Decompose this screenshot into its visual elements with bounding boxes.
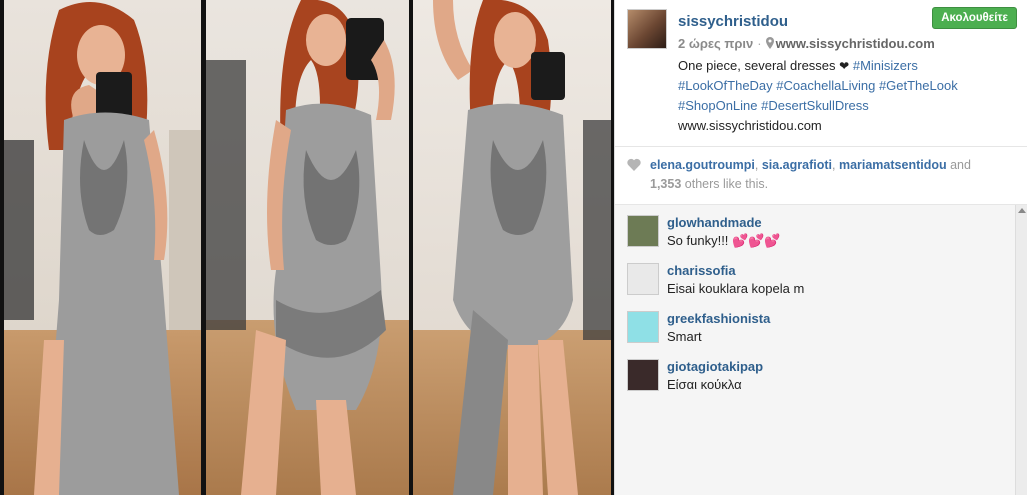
comment-item: greekfashionista Smart xyxy=(627,311,1007,351)
commenter-username[interactable]: greekfashionista xyxy=(667,311,770,326)
likes-and: and xyxy=(950,158,971,172)
photo-panel-3 xyxy=(413,0,611,495)
comment-text: Eisai kouklara kopela m xyxy=(667,281,805,296)
hashtag-link[interactable]: #ShopOnLine xyxy=(678,98,758,113)
comment-item: giotagiotakipap Είσαι κούκλα xyxy=(627,359,1007,399)
comment-text: So funky!!! 💕💕💕 xyxy=(667,233,781,248)
heart-emoji: ❤ xyxy=(839,59,850,73)
hashtag-link[interactable]: #DesertSkullDress xyxy=(761,98,869,113)
comments-scrollbar[interactable] xyxy=(1015,205,1027,495)
likes-section: elena.goutroumpi, sia.agrafioti, mariama… xyxy=(615,146,1027,201)
location-link[interactable]: www.sissychristidou.com xyxy=(776,36,935,51)
caption-footer-link[interactable]: www.sissychristidou.com xyxy=(678,118,822,133)
commenter-avatar[interactable] xyxy=(627,263,659,295)
post-meta: 2 ώρες πριν · www.sissychristidou.com xyxy=(678,36,935,52)
comment-item: glowhandmade So funky!!! 💕💕💕 xyxy=(627,215,1007,255)
commenter-avatar[interactable] xyxy=(627,311,659,343)
comment-item: charissofia Eisai kouklara kopela m xyxy=(627,263,1007,303)
caption-text: One piece, several dresses xyxy=(678,58,836,73)
comment-text: Είσαι κούκλα xyxy=(667,377,742,392)
hashtag-link[interactable]: #LookOfTheDay xyxy=(678,78,773,93)
commenter-avatar[interactable] xyxy=(627,359,659,391)
scroll-up-arrow-icon[interactable] xyxy=(1018,208,1026,213)
follow-button[interactable]: Ακολουθείτε xyxy=(932,7,1017,29)
liker-link[interactable]: elena.goutroumpi xyxy=(650,158,755,172)
like-heart-icon[interactable] xyxy=(627,158,641,177)
author-avatar[interactable] xyxy=(627,9,667,49)
photo-panel-1 xyxy=(4,0,201,495)
commenter-username[interactable]: giotagiotakipap xyxy=(667,359,763,374)
post-time[interactable]: 2 ώρες πριν xyxy=(678,36,753,51)
hashtag-link[interactable]: #Minisizers xyxy=(853,58,918,73)
likes-count[interactable]: 1,353 xyxy=(650,177,681,191)
likes-text: elena.goutroumpi, sia.agrafioti, mariama… xyxy=(650,158,971,191)
likes-others-text: others like this. xyxy=(684,177,769,191)
location-pin-icon xyxy=(765,37,774,52)
post-photo[interactable] xyxy=(0,0,614,495)
photo-panel-2 xyxy=(206,0,409,495)
post-sidebar: sissychristidou Ακολουθείτε 2 ώρες πριν ·… xyxy=(614,0,1027,495)
author-username[interactable]: sissychristidou xyxy=(678,13,788,30)
liker-link[interactable]: mariamatsentidou xyxy=(839,158,947,172)
comment-text: Smart xyxy=(667,329,702,344)
hashtag-link[interactable]: #GetTheLook xyxy=(879,78,958,93)
commenter-username[interactable]: glowhandmade xyxy=(667,215,762,230)
liker-link[interactable]: sia.agrafioti xyxy=(762,158,832,172)
post-header: sissychristidou Ακολουθείτε 2 ώρες πριν ·… xyxy=(615,0,1027,147)
hashtag-link[interactable]: #CoachellaLiving xyxy=(776,78,875,93)
commenter-username[interactable]: charissofia xyxy=(667,263,736,278)
comments-list: glowhandmade So funky!!! 💕💕💕 charissofia… xyxy=(615,205,1027,495)
post-caption: One piece, several dresses ❤ #Minisizers… xyxy=(678,56,1018,136)
meta-separator: · xyxy=(757,36,762,51)
commenter-avatar[interactable] xyxy=(627,215,659,247)
